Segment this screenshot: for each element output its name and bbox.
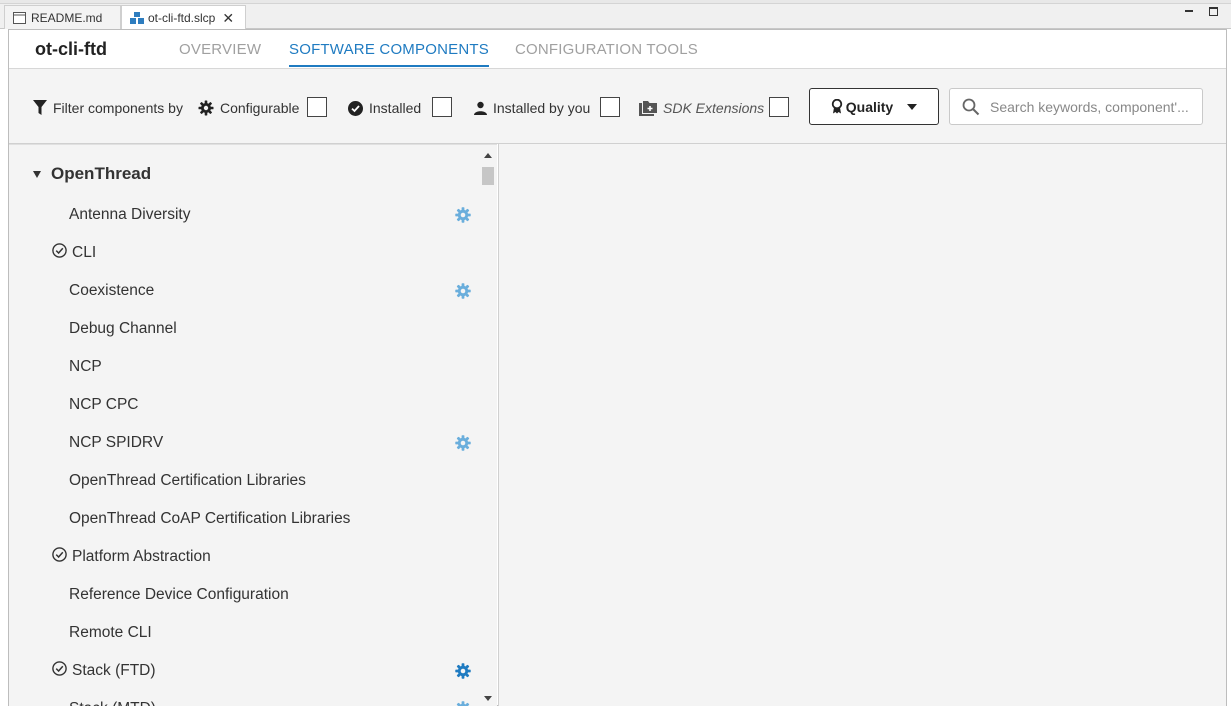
configure-gear-icon[interactable] [455,207,471,223]
vertical-scrollbar[interactable] [479,150,497,706]
installed-by-you-label: Installed by you [493,100,591,116]
sdk-extensions-label: SDK Extensions [663,100,765,116]
component-label: Debug Channel [69,320,177,337]
component-label: NCP CPC [69,396,139,413]
tab-readme[interactable]: README.md [4,5,121,29]
configurable-label: Configurable [220,100,300,116]
slcp-editor: ot-cli-ftd OVERVIEW SOFTWARE COMPONENTS … [8,29,1227,706]
component-tree-item[interactable]: NCP [69,356,102,378]
check-circle-icon [348,100,363,116]
component-label: CLI [72,244,97,261]
close-icon[interactable]: ✕ [222,10,234,27]
search-box[interactable] [949,88,1203,125]
tab-slcp-label: ot-cli-ftd.slcp [148,11,216,25]
component-label: NCP SPIDRV [69,434,164,451]
component-label: Reference Device Configuration [69,586,289,603]
filter-bar: Filter components by Configurable Instal… [9,68,1226,144]
component-details-pane [498,144,1226,706]
component-label: Stack (MTD) [69,700,156,706]
installed-check-icon [52,547,67,567]
search-input[interactable] [990,98,1200,115]
filter-label: Filter components by [33,99,183,117]
ribbon-icon [831,99,842,114]
configure-gear-icon[interactable] [455,663,471,679]
installed-filter-label: Installed [348,99,421,117]
installed-checkbox[interactable] [432,97,452,117]
project-title: ot-cli-ftd [35,39,107,59]
sdk-extensions-filter-label: SDK Extensions [639,99,764,117]
editor-tab-bar: README.md ot-cli-ftd.slcp ✕ [0,0,1231,30]
quality-label: Quality [845,98,894,115]
chevron-down-icon [907,103,918,110]
scroll-up-arrow[interactable] [484,153,492,158]
toolbar-strip [0,0,1231,4]
tree-category-label: OpenThread [51,164,152,183]
component-tree-item[interactable]: Reference Device Configuration [69,584,289,606]
expand-triangle-icon [33,170,41,178]
configure-gear-icon[interactable] [455,701,471,706]
tab-configuration-tools[interactable]: CONFIGURATION TOOLS [515,41,698,58]
configurable-filter-label: Configurable [198,99,299,117]
tree-category-openthread[interactable]: OpenThread [33,164,151,184]
tab-slcp[interactable]: ot-cli-ftd.slcp ✕ [121,5,246,30]
component-tree-item[interactable]: OpenThread Certification Libraries [69,470,306,492]
configurable-checkbox[interactable] [307,97,327,117]
sdk-extensions-checkbox[interactable] [769,97,789,117]
component-label: OpenThread Certification Libraries [69,472,306,489]
component-label: Antenna Diversity [69,206,191,223]
installed-by-you-checkbox[interactable] [600,97,620,117]
component-tree-item[interactable]: NCP SPIDRV [69,432,163,454]
tab-software-components[interactable]: SOFTWARE COMPONENTS [289,41,489,67]
tab-overview[interactable]: OVERVIEW [179,41,261,58]
scroll-thumb[interactable] [482,167,494,185]
component-tree-item[interactable]: CLI [52,242,96,264]
scroll-down-arrow[interactable] [484,696,492,701]
component-tree: OpenThread Antenna Diversity CLI Coexisten… [9,150,497,706]
configure-gear-icon[interactable] [455,435,471,451]
file-icon [13,11,26,24]
editor-header: ot-cli-ftd OVERVIEW SOFTWARE COMPONENTS … [9,30,1226,68]
component-tree-item[interactable]: Remote CLI [69,622,152,644]
component-label: OpenThread CoAP Certification Libraries [69,510,351,527]
gear-icon [198,100,214,116]
maximize-button[interactable] [1207,6,1219,18]
component-label: Stack (FTD) [72,662,156,679]
tab-readme-label: README.md [31,10,103,25]
maximize-icon [1208,7,1218,16]
component-tree-item[interactable]: Stack (MTD) [69,698,156,706]
installed-label: Installed [369,100,422,116]
configure-gear-icon[interactable] [455,283,471,299]
search-icon [962,98,980,115]
component-label: Coexistence [69,282,155,299]
component-label: NCP [69,358,102,375]
component-tree-item[interactable]: Coexistence [69,280,154,302]
sdk-extensions-icon [639,100,657,116]
project-icon [130,12,144,24]
minimize-button[interactable] [1183,6,1195,18]
component-label: Platform Abstraction [72,548,211,565]
user-icon [474,101,487,115]
component-tree-item[interactable]: Debug Channel [69,318,177,340]
component-label: Remote CLI [69,624,152,641]
quality-dropdown[interactable]: Quality [809,88,939,125]
installed-check-icon [52,661,67,681]
filter-icon [33,100,47,115]
component-tree-item[interactable]: OpenThread CoAP Certification Libraries [69,508,350,530]
component-tree-item[interactable]: NCP CPC [69,394,138,416]
component-tree-item[interactable]: Stack (FTD) [52,660,156,682]
component-tree-item[interactable]: Antenna Diversity [69,204,190,226]
installed-check-icon [52,243,67,263]
component-tree-item[interactable]: Platform Abstraction [52,546,211,568]
installed-by-you-filter-label: Installed by you [474,99,590,117]
filter-label-text: Filter components by [53,100,183,116]
